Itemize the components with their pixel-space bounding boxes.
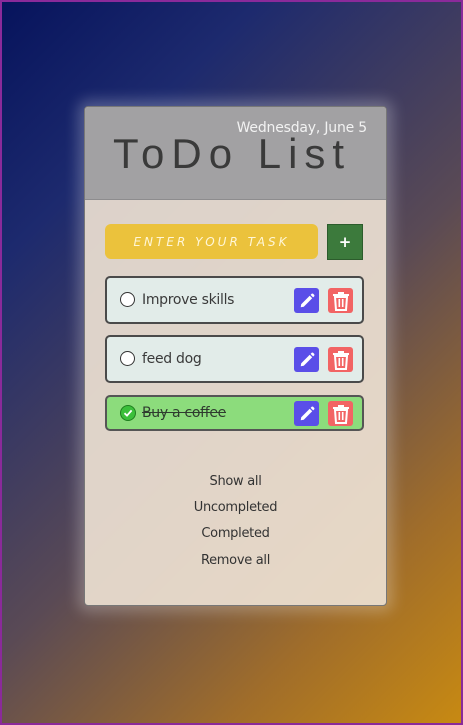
todo-label: Buy a coffee: [142, 405, 226, 421]
checkbox[interactable]: [120, 292, 135, 307]
delete-button[interactable]: [328, 347, 353, 372]
remove-all-button[interactable]: Remove all: [85, 553, 386, 568]
filter-uncompleted[interactable]: Uncompleted: [85, 500, 386, 515]
checkbox-checked[interactable]: [120, 405, 136, 421]
todo-item: Improve skills: [105, 276, 364, 324]
edit-button[interactable]: [294, 401, 319, 426]
page-title: ToDo List: [113, 130, 352, 177]
delete-button[interactable]: [328, 401, 353, 426]
todo-card: Wednesday, June 5 ToDo List + Improve sk…: [84, 106, 387, 606]
pencil-icon: [300, 292, 315, 307]
add-task-button[interactable]: +: [327, 224, 363, 260]
edit-button[interactable]: [294, 288, 319, 313]
edit-button[interactable]: [294, 347, 319, 372]
todo-item-completed: Buy a coffee: [105, 395, 364, 431]
filter-completed[interactable]: Completed: [85, 526, 386, 541]
pencil-icon: [300, 351, 315, 366]
trash-icon: [332, 291, 349, 311]
todo-label: feed dog: [142, 351, 202, 367]
checkmark-icon: [123, 409, 133, 417]
task-input[interactable]: [105, 224, 318, 259]
todo-label: Improve skills: [142, 292, 235, 308]
trash-icon: [332, 350, 349, 370]
delete-button[interactable]: [328, 288, 353, 313]
pencil-icon: [300, 405, 315, 420]
header: Wednesday, June 5 ToDo List: [85, 107, 386, 200]
todo-item: feed dog: [105, 335, 364, 383]
filter-show-all[interactable]: Show all: [85, 474, 386, 489]
trash-icon: [332, 404, 349, 424]
checkbox[interactable]: [120, 351, 135, 366]
